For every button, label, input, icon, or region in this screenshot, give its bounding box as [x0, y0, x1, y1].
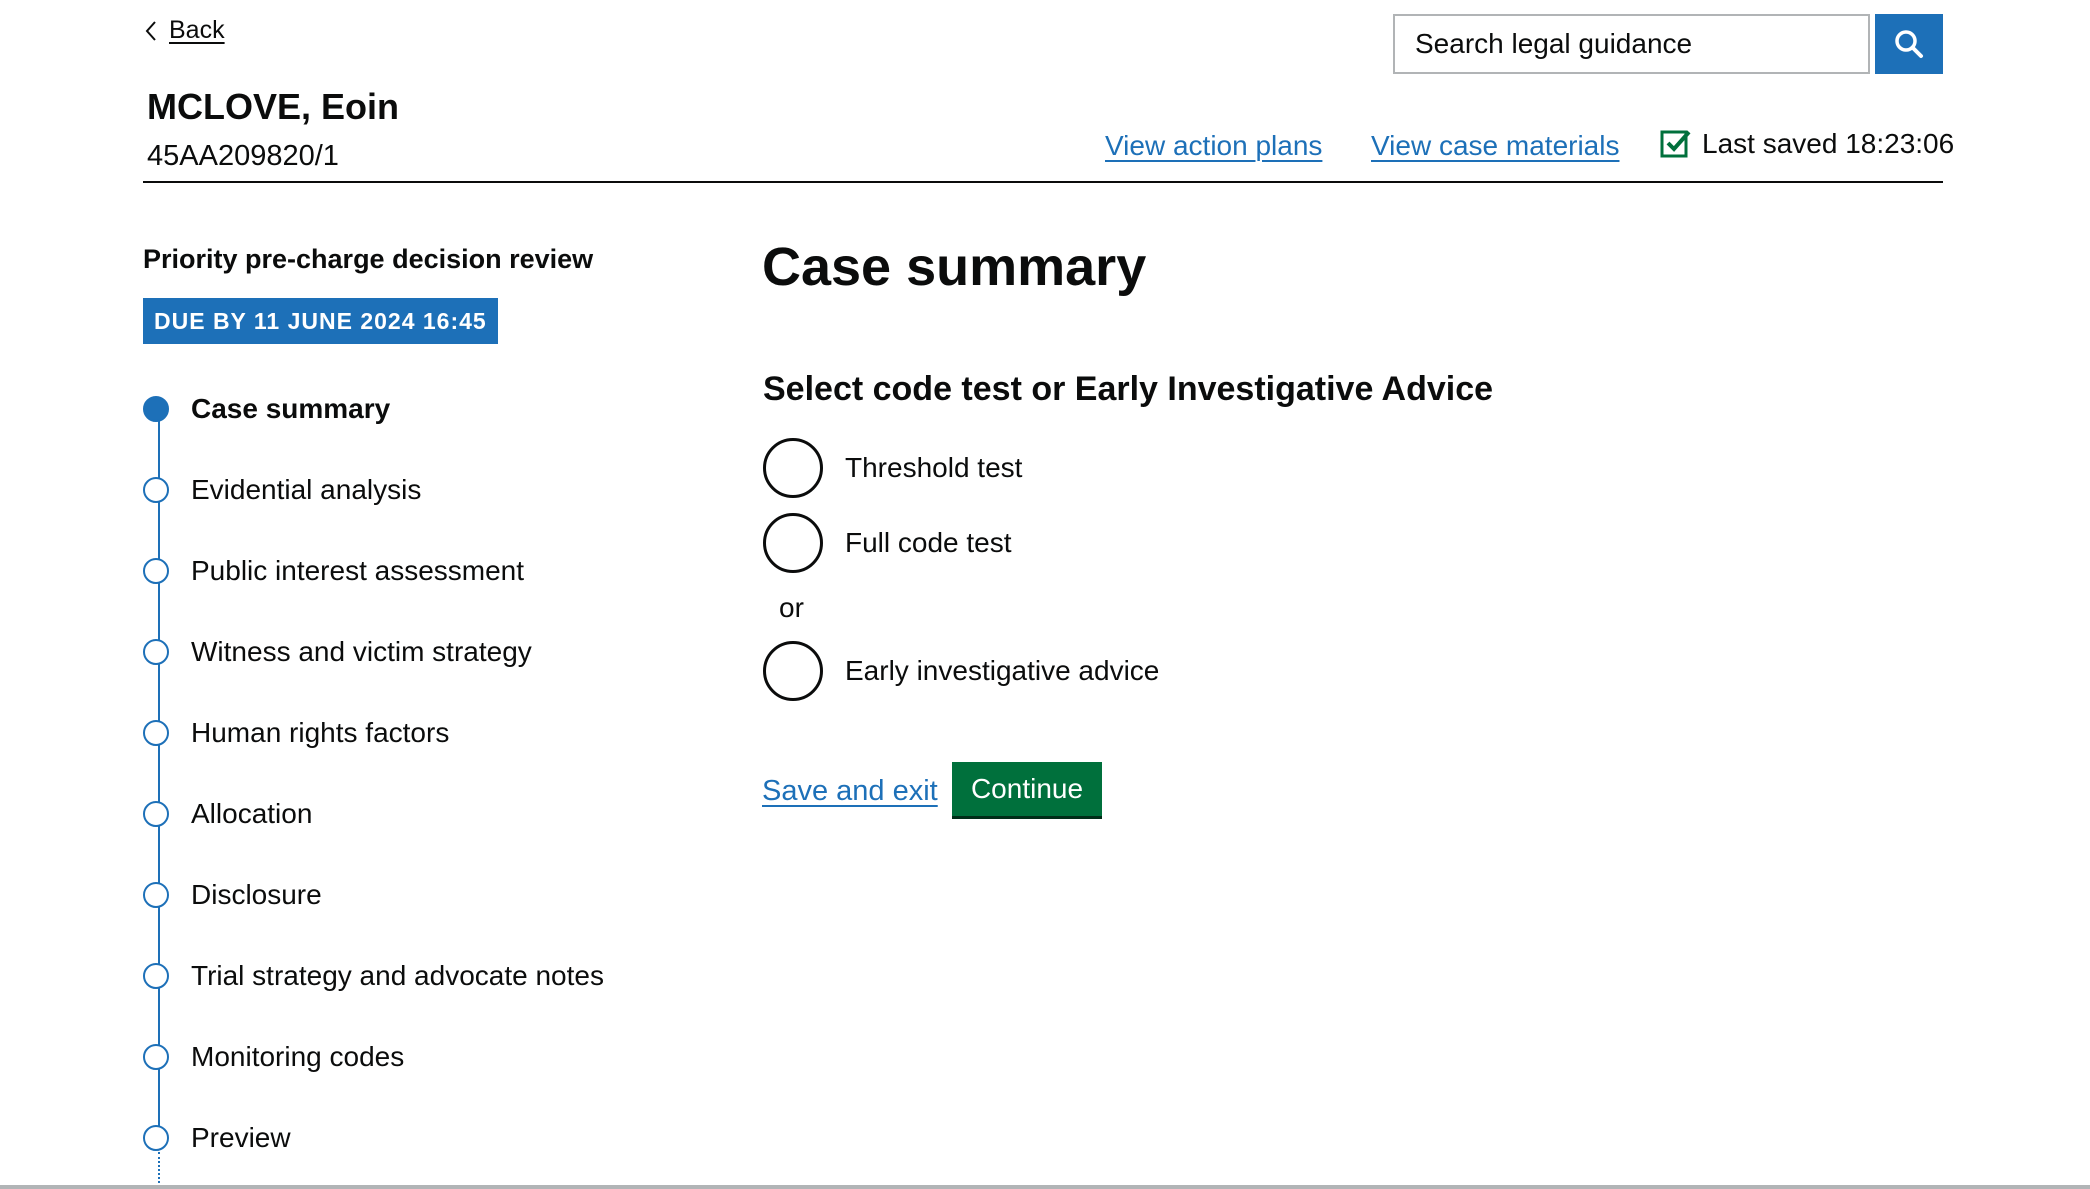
step-incomplete-icon: [143, 1125, 169, 1151]
continue-button[interactable]: Continue: [952, 762, 1102, 816]
task-item-case-summary[interactable]: Case summary: [143, 384, 390, 434]
back-link-container: Back: [143, 16, 225, 45]
step-incomplete-icon: [143, 801, 169, 827]
sidebar-title: Priority pre-charge decision review: [143, 244, 594, 274]
save-and-exit-link[interactable]: Save and exit: [762, 775, 938, 808]
task-item-label: Allocation: [191, 798, 313, 829]
radio-label: Threshold test: [845, 452, 1023, 483]
task-item-witness-victim-strategy[interactable]: Witness and victim strategy: [143, 627, 532, 677]
case-urn: 45AA209820/1: [147, 140, 339, 172]
radio-button[interactable]: [763, 513, 823, 573]
task-item-public-interest-assessment[interactable]: Public interest assessment: [143, 546, 524, 596]
step-incomplete-icon: [143, 477, 169, 503]
task-item-label: Trial strategy and advocate notes: [191, 960, 604, 991]
radio-label: Full code test: [845, 527, 1012, 558]
radio-threshold-test[interactable]: Threshold test: [763, 438, 1022, 498]
viewport-bottom-border: [0, 1185, 2090, 1189]
task-item-label: Case summary: [191, 393, 391, 424]
search-icon: [1895, 30, 1923, 58]
defendant-name: MCLOVE, Eoin: [147, 86, 399, 127]
due-date-tag: DUE BY 11 JUNE 2024 16:45: [143, 298, 498, 344]
step-incomplete-icon: [143, 963, 169, 989]
radio-label: Early investigative advice: [845, 655, 1160, 686]
task-item-label: Public interest assessment: [191, 555, 525, 586]
task-item-preview[interactable]: Preview: [143, 1113, 291, 1163]
step-incomplete-icon: [143, 1044, 169, 1070]
step-current-icon: [143, 396, 169, 422]
task-item-label: Disclosure: [191, 879, 322, 910]
last-saved-status: Last saved 18:23:06: [1660, 128, 1954, 160]
task-item-evidential-analysis[interactable]: Evidential analysis: [143, 465, 421, 515]
search-input[interactable]: Search legal guidance: [1393, 14, 1870, 74]
task-item-label: Preview: [191, 1122, 291, 1153]
step-incomplete-icon: [143, 558, 169, 584]
task-item-trial-strategy[interactable]: Trial strategy and advocate notes: [143, 951, 604, 1001]
search-placeholder: Search legal guidance: [1415, 28, 1693, 59]
checkbox-checked-icon: [1660, 130, 1691, 158]
page-title: Case summary: [762, 237, 1147, 297]
radio-divider-or: or: [779, 592, 804, 623]
task-item-human-rights-factors[interactable]: Human rights factors: [143, 708, 449, 758]
fieldset-legend: Select code test or Early Investigative …: [763, 370, 1494, 408]
search-button[interactable]: [1875, 14, 1943, 74]
radio-button[interactable]: [763, 438, 823, 498]
radio-full-code-test[interactable]: Full code test: [763, 513, 1012, 573]
task-item-label: Witness and victim strategy: [191, 636, 532, 667]
task-item-allocation[interactable]: Allocation: [143, 789, 312, 839]
back-link[interactable]: Back: [169, 16, 225, 45]
step-incomplete-icon: [143, 720, 169, 746]
task-item-label: Human rights factors: [191, 717, 450, 748]
task-item-label: Evidential analysis: [191, 474, 422, 505]
view-action-plans-link[interactable]: View action plans: [1105, 130, 1322, 162]
last-saved-text: Last saved 18:23:06: [1702, 128, 1955, 159]
task-item-disclosure[interactable]: Disclosure: [143, 870, 322, 920]
radio-button[interactable]: [763, 641, 823, 701]
chevron-left-icon: [145, 20, 156, 41]
header-divider: [143, 181, 1943, 183]
radio-early-investigative-advice[interactable]: Early investigative advice: [763, 641, 1159, 701]
step-incomplete-icon: [143, 882, 169, 908]
task-item-label: Monitoring codes: [191, 1041, 405, 1072]
task-item-monitoring-codes[interactable]: Monitoring codes: [143, 1032, 404, 1082]
step-incomplete-icon: [143, 639, 169, 665]
view-case-materials-link[interactable]: View case materials: [1371, 130, 1619, 162]
